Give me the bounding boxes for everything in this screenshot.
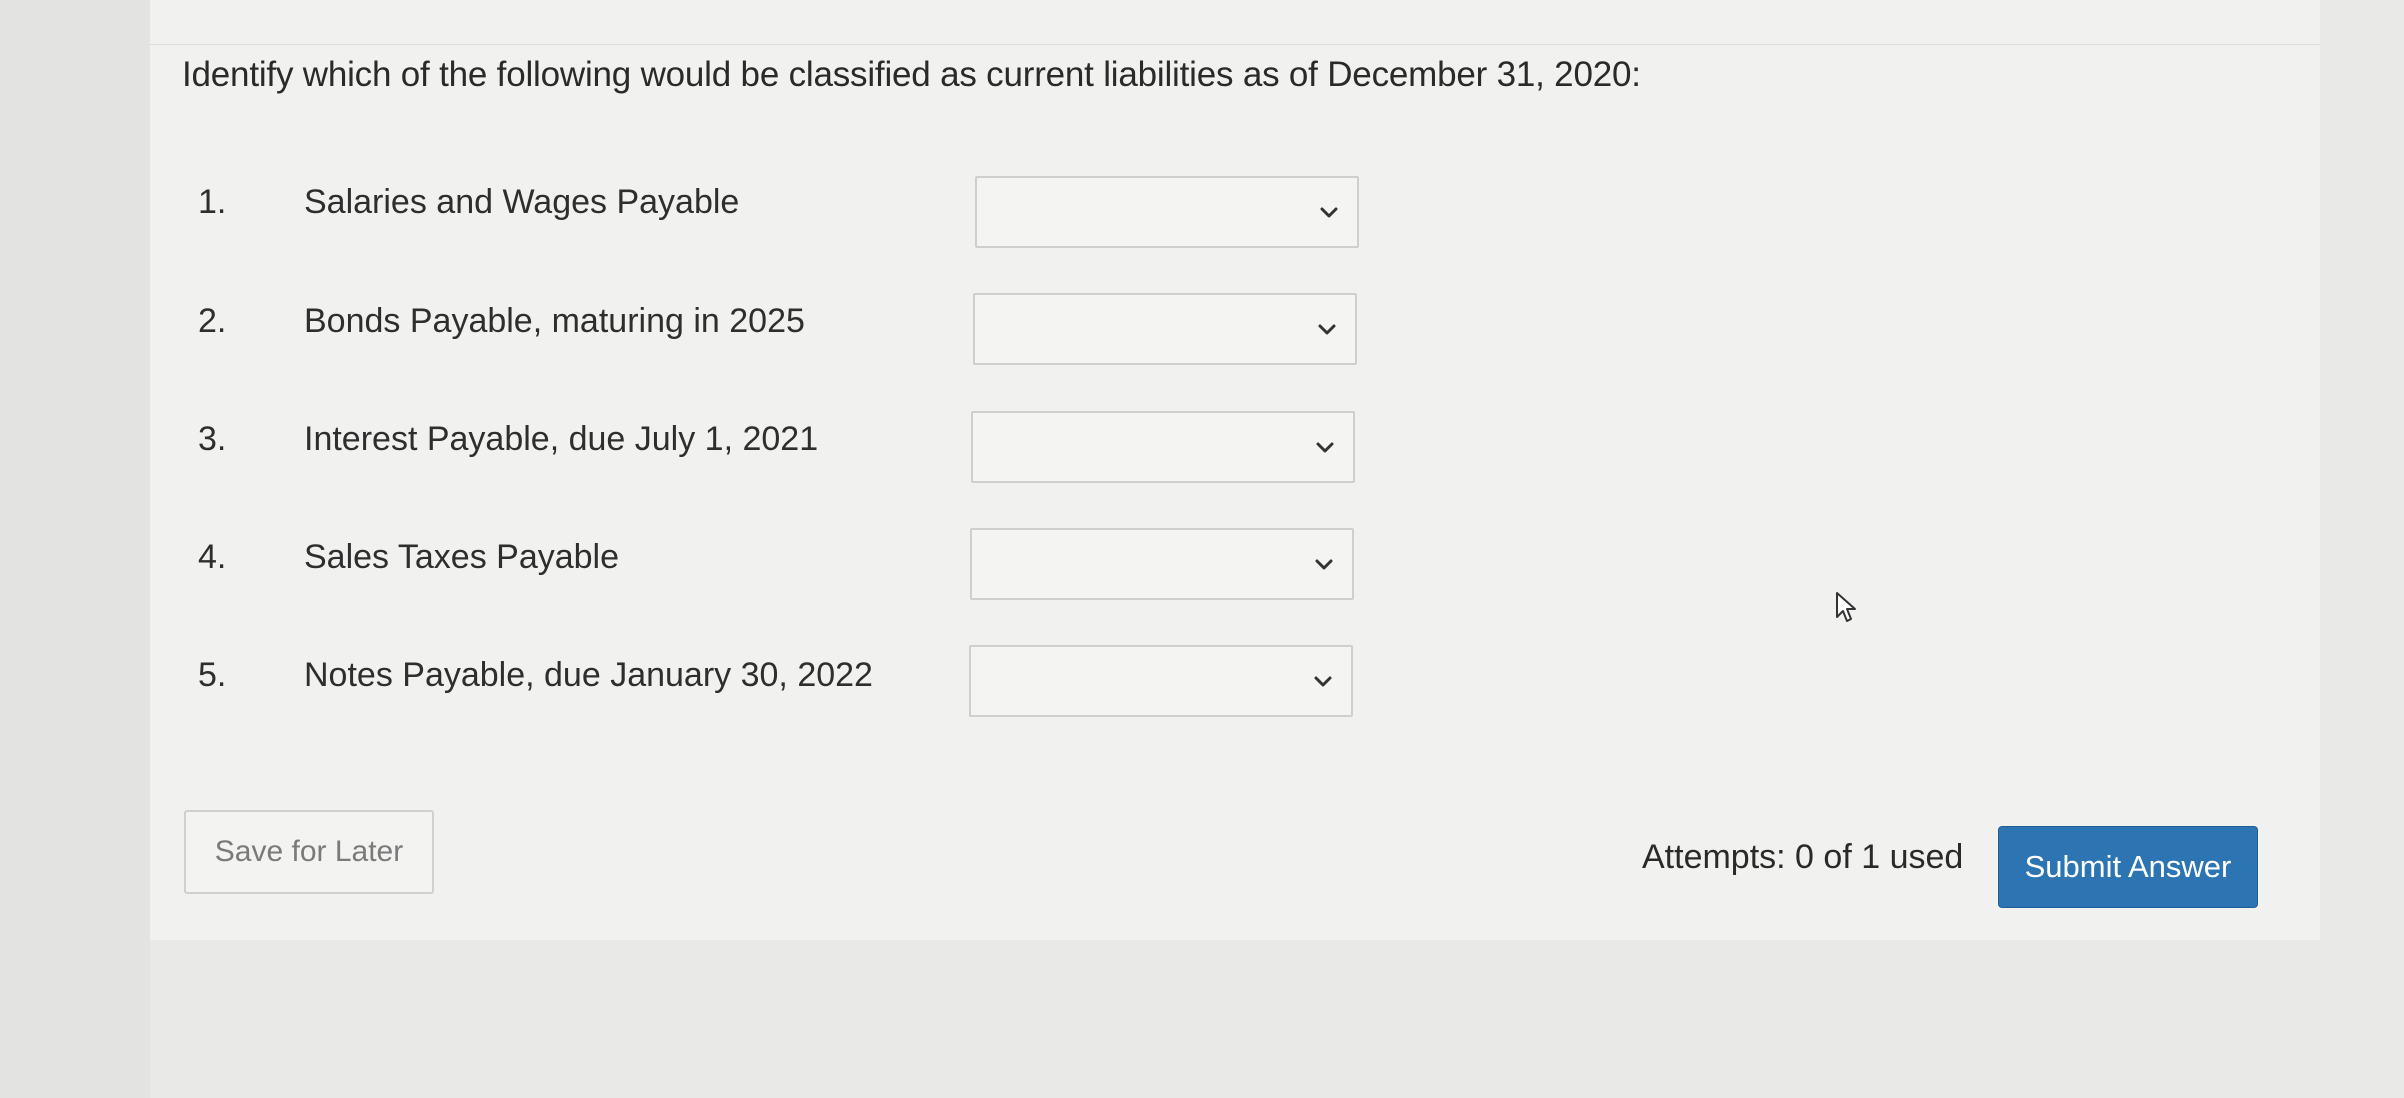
classification-dropdown-5[interactable]	[969, 645, 1353, 717]
item-number: 3.	[198, 420, 227, 458]
page-background	[0, 0, 150, 1098]
item-number: 1.	[198, 183, 227, 221]
item-label: Notes Payable, due January 30, 2022	[304, 656, 873, 694]
question-prompt: Identify which of the following would be…	[182, 55, 1641, 94]
attempts-counter: Attempts: 0 of 1 used	[1642, 838, 1964, 876]
question-card: Identify which of the following would be…	[150, 0, 2320, 940]
item-label: Interest Payable, due July 1, 2021	[304, 420, 819, 458]
classification-dropdown-3[interactable]	[971, 411, 1355, 483]
save-for-later-button[interactable]: Save for Later	[184, 810, 434, 894]
item-label: Salaries and Wages Payable	[304, 183, 740, 221]
classification-dropdown-4[interactable]	[970, 528, 1354, 600]
item-number: 4.	[198, 538, 227, 576]
item-number: 5.	[198, 656, 227, 694]
submit-answer-button[interactable]: Submit Answer	[1998, 826, 2258, 908]
chevron-down-icon	[1315, 559, 1333, 570]
classification-dropdown-2[interactable]	[973, 293, 1357, 365]
chevron-down-icon	[1316, 442, 1334, 453]
item-label: Bonds Payable, maturing in 2025	[304, 302, 805, 340]
classification-dropdown-1[interactable]	[975, 176, 1359, 248]
divider	[150, 44, 2320, 45]
item-label: Sales Taxes Payable	[304, 538, 620, 576]
chevron-down-icon	[1314, 676, 1332, 687]
mouse-pointer-icon	[1836, 592, 1856, 622]
chevron-down-icon	[1318, 324, 1336, 335]
chevron-down-icon	[1320, 207, 1338, 218]
item-number: 2.	[198, 302, 227, 340]
